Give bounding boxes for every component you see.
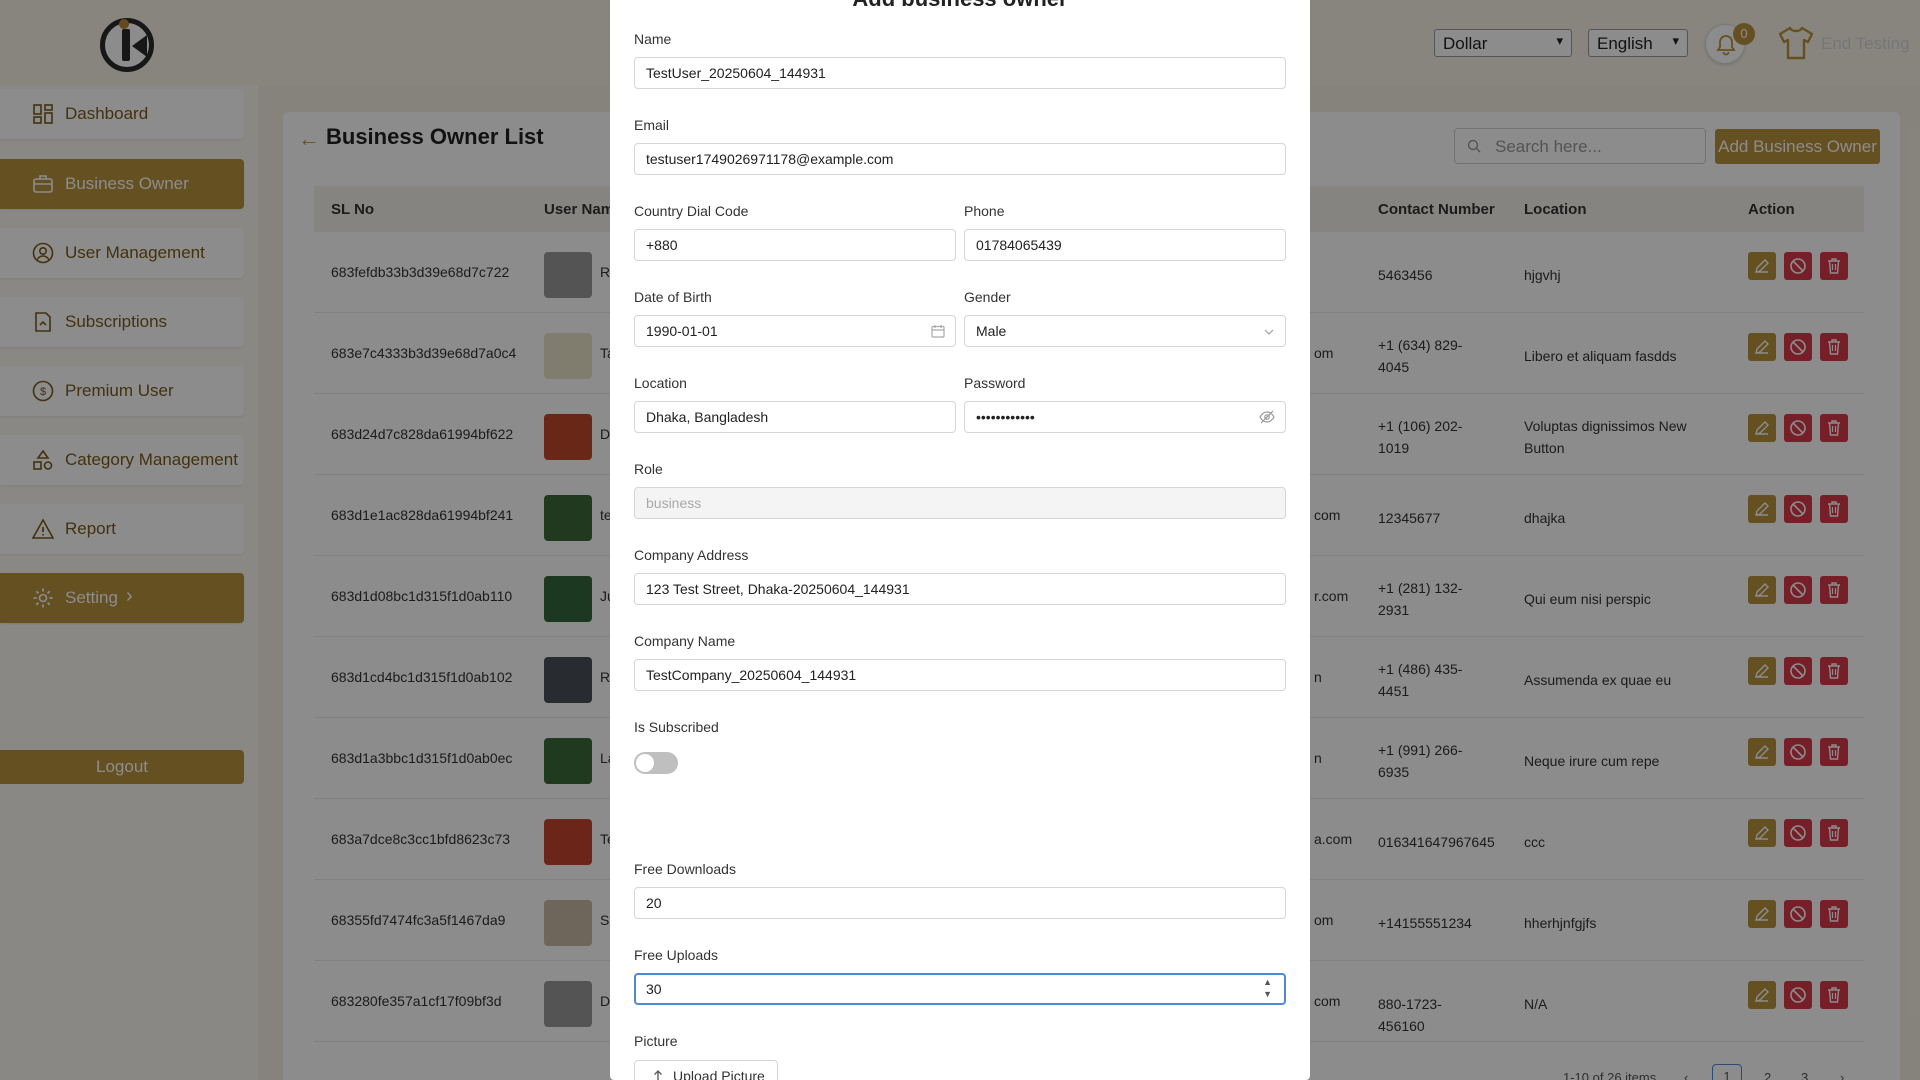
chevron-down-icon <box>1264 329 1274 335</box>
dial-code-label: Country Dial Code <box>634 203 749 219</box>
phone-field[interactable]: 01784065439 <box>964 229 1286 261</box>
is-subscribed-label: Is Subscribed <box>634 719 719 735</box>
gender-label: Gender <box>964 289 1011 305</box>
name-label: Name <box>634 31 672 47</box>
password-field[interactable]: •••••••••••• <box>964 401 1286 433</box>
free-downloads-label: Free Downloads <box>634 861 736 877</box>
free-uploads-field[interactable]: 30 ▲ ▼ <box>634 973 1286 1005</box>
email-label: Email <box>634 117 670 133</box>
company-address-field[interactable]: 123 Test Street, Dhaka-20250604_144931 <box>634 573 1286 605</box>
phone-label: Phone <box>964 203 1005 219</box>
eye-invisible-icon[interactable] <box>1259 410 1275 424</box>
company-address-label: Company Address <box>634 547 749 563</box>
is-subscribed-toggle[interactable] <box>634 752 678 774</box>
location-label: Location <box>634 375 687 391</box>
location-field[interactable]: Dhaka, Bangladesh <box>634 401 956 433</box>
dial-code-field[interactable]: +880 <box>634 229 956 261</box>
role-field: business <box>634 487 1286 519</box>
company-name-label: Company Name <box>634 633 736 649</box>
dob-label: Date of Birth <box>634 289 712 305</box>
role-label: Role <box>634 461 663 477</box>
add-business-owner-modal: Add business owner Name TestUser_2025060… <box>610 0 1310 1080</box>
password-label: Password <box>964 375 1026 391</box>
name-field[interactable]: TestUser_20250604_144931 <box>634 57 1286 89</box>
email-field[interactable]: testuser1749026971178@example.com <box>634 143 1286 175</box>
free-uploads-label: Free Uploads <box>634 947 719 963</box>
company-name-field[interactable]: TestCompany_20250604_144931 <box>634 659 1286 691</box>
picture-label: Picture <box>634 1033 678 1049</box>
free-downloads-field[interactable]: 20 <box>634 887 1286 919</box>
upload-icon <box>654 1070 662 1080</box>
calendar-icon[interactable] <box>931 324 945 338</box>
modal-title: Add business owner <box>610 0 1310 12</box>
number-stepper[interactable]: ▲ ▼ <box>1263 976 1272 1000</box>
dob-field[interactable]: 1990-01-01 <box>634 315 956 347</box>
upload-picture-button[interactable]: Upload Picture <box>634 1060 778 1080</box>
gender-select[interactable]: Male <box>964 315 1286 347</box>
